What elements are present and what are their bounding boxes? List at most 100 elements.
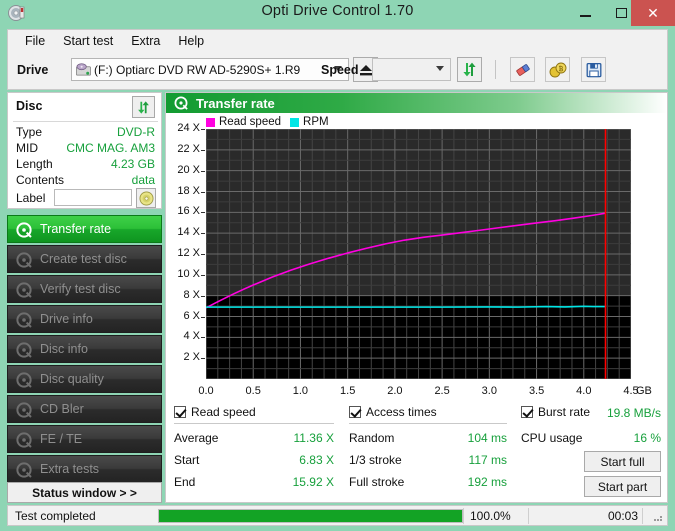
refresh-button[interactable] — [457, 57, 482, 82]
sidebar-label-transfer-rate: Transfer rate — [40, 222, 111, 236]
disc-value-contents: data — [132, 173, 155, 187]
speed-select[interactable] — [372, 58, 451, 81]
x-axis-tick-label: 3.0 — [474, 385, 504, 397]
resize-grip-icon[interactable] — [652, 511, 664, 523]
x-axis-tick-label: 3.5 — [522, 385, 552, 397]
disc-row-length: Length 4.23 GB — [16, 157, 155, 172]
sidebar-label-create-test-disc: Create test disc — [40, 252, 127, 266]
x-axis-tick-label: 4.0 — [569, 385, 599, 397]
burst-rate-checkbox[interactable] — [521, 406, 533, 418]
y-axis-tick-mark — [201, 358, 205, 359]
y-axis-tick-mark — [201, 337, 205, 338]
stat-key-end: End — [174, 475, 195, 489]
sidebar-label-disc-info: Disc info — [40, 342, 88, 356]
y-axis-tick-label: 10 X — [166, 268, 200, 280]
disc-label-row: Label — [16, 189, 156, 207]
stat-key-cpu-usage: CPU usage — [521, 431, 582, 445]
sidebar-item-cd-bler[interactable]: CD Bler — [7, 395, 162, 423]
y-axis-tick-mark — [201, 192, 205, 193]
menu-item-help[interactable]: Help — [169, 32, 213, 50]
save-button[interactable] — [581, 57, 606, 82]
menu-bar: File Start test Extra Help — [7, 29, 668, 51]
disc-separator — [13, 121, 158, 122]
y-axis-tick-mark — [201, 129, 205, 130]
stat-value-start: 6.83 X — [264, 453, 334, 467]
sidebar-label-verify-test-disc: Verify test disc — [40, 282, 121, 296]
y-axis-tick-mark — [201, 150, 205, 151]
drive-value: (F:) Optiarc DVD RW AD-5290S+ 1.R9 — [94, 63, 300, 77]
stat-key-third-stroke: 1/3 stroke — [349, 453, 402, 467]
y-axis-tick-mark — [201, 212, 205, 213]
x-axis-tick-label: 0.0 — [191, 385, 221, 397]
y-axis-tick-mark — [201, 171, 205, 172]
stat-row-third-stroke: 1/3 stroke 117 ms — [349, 453, 507, 469]
application-window: Opti Drive Control 1.70 ✕ File Start tes… — [0, 0, 675, 531]
access-times-checkbox-row[interactable]: Access times — [349, 405, 437, 419]
stat-row-start: Start 6.83 X — [174, 453, 334, 469]
access-times-checkbox-label: Access times — [366, 405, 437, 419]
read-speed-checkbox-row[interactable]: Read speed — [174, 405, 256, 419]
status-window-button[interactable]: Status window > > — [7, 482, 162, 503]
disc-value-mid: CMC MAG. AM3 — [66, 141, 155, 155]
menu-item-file[interactable]: File — [16, 32, 54, 50]
y-axis-tick-label: 16 X — [166, 205, 200, 217]
read-speed-divider — [174, 423, 334, 424]
disc-label-browse-button[interactable] — [136, 188, 156, 208]
burst-rate-checkbox-row[interactable]: Burst rate — [521, 405, 590, 419]
menu-item-start-test[interactable]: Start test — [54, 32, 122, 50]
minimize-button[interactable] — [567, 0, 603, 26]
y-axis-tick-label: 2 X — [166, 351, 200, 363]
sidebar-item-create-test-disc[interactable]: Create test disc — [7, 245, 162, 273]
disc-row-contents: Contents data — [16, 173, 155, 188]
minimize-icon — [580, 15, 591, 17]
menu-item-extra[interactable]: Extra — [122, 32, 169, 50]
stat-key-average: Average — [174, 431, 218, 445]
status-divider-2 — [528, 508, 529, 524]
start-part-button[interactable]: Start part — [584, 476, 661, 497]
start-full-button[interactable]: Start full — [584, 451, 661, 472]
x-axis-tick-label: 1.5 — [333, 385, 363, 397]
sidebar-label-cd-bler: CD Bler — [40, 402, 84, 416]
stat-value-cpu-usage: 16 % — [591, 431, 661, 445]
eraser-icon — [514, 62, 532, 78]
cd-disc-icon — [139, 191, 154, 206]
elapsed-time: 00:03 — [568, 509, 638, 523]
y-axis-tick-label: 4 X — [166, 330, 200, 342]
stat-row-end: End 15.92 X — [174, 475, 334, 491]
disc-key-contents: Contents — [16, 173, 64, 187]
status-divider-1 — [463, 508, 464, 524]
x-axis-tick-label: 2.0 — [380, 385, 410, 397]
disc-refresh-button[interactable] — [132, 96, 155, 118]
y-axis-tick-mark — [201, 233, 205, 234]
stat-value-third-stroke: 117 ms — [437, 453, 507, 467]
y-axis-tick-label: 8 X — [166, 289, 200, 301]
access-times-checkbox[interactable] — [349, 406, 361, 418]
coins-button[interactable] — [545, 57, 570, 82]
read-speed-checkbox-label: Read speed — [191, 405, 256, 419]
drive-select[interactable]: (F:) Optiarc DVD RW AD-5290S+ 1.R9 — [71, 58, 349, 81]
sidebar-item-fe-te[interactable]: FE / TE — [7, 425, 162, 453]
disc-key-mid: MID — [16, 141, 38, 155]
access-times-divider — [349, 423, 507, 424]
sidebar-item-disc-info[interactable]: Disc info — [7, 335, 162, 363]
read-speed-checkbox[interactable] — [174, 406, 186, 418]
erase-button[interactable] — [510, 57, 535, 82]
x-axis-tick-label: 2.5 — [427, 385, 457, 397]
sidebar-item-drive-info[interactable]: Drive info — [7, 305, 162, 333]
right-panel: Transfer rate Read speed RPM 2 X4 X6 X8 … — [165, 92, 668, 503]
close-icon: ✕ — [647, 5, 659, 22]
y-axis-tick-label: 14 X — [166, 226, 200, 238]
sidebar-item-extra-tests[interactable]: Extra tests — [7, 455, 162, 483]
status-divider-3 — [642, 508, 643, 524]
sidebar-item-verify-test-disc[interactable]: Verify test disc — [7, 275, 162, 303]
disc-info-box: Disc Type DVD-R MID CMC MAG. AM3 Length … — [7, 92, 162, 209]
x-axis-tick-label: 0.5 — [238, 385, 268, 397]
disc-label-input[interactable] — [54, 189, 132, 206]
sidebar-item-disc-quality[interactable]: Disc quality — [7, 365, 162, 393]
close-button[interactable]: ✕ — [631, 0, 675, 26]
toolbar: Drive (F:) Optiarc DVD RW AD-5290S+ 1.R9… — [7, 51, 668, 90]
y-axis-tick-label: 12 X — [166, 247, 200, 259]
disc-panel-title: Disc — [16, 99, 42, 113]
sidebar-item-transfer-rate[interactable]: Transfer rate — [7, 215, 162, 243]
stat-key-full-stroke: Full stroke — [349, 475, 404, 489]
